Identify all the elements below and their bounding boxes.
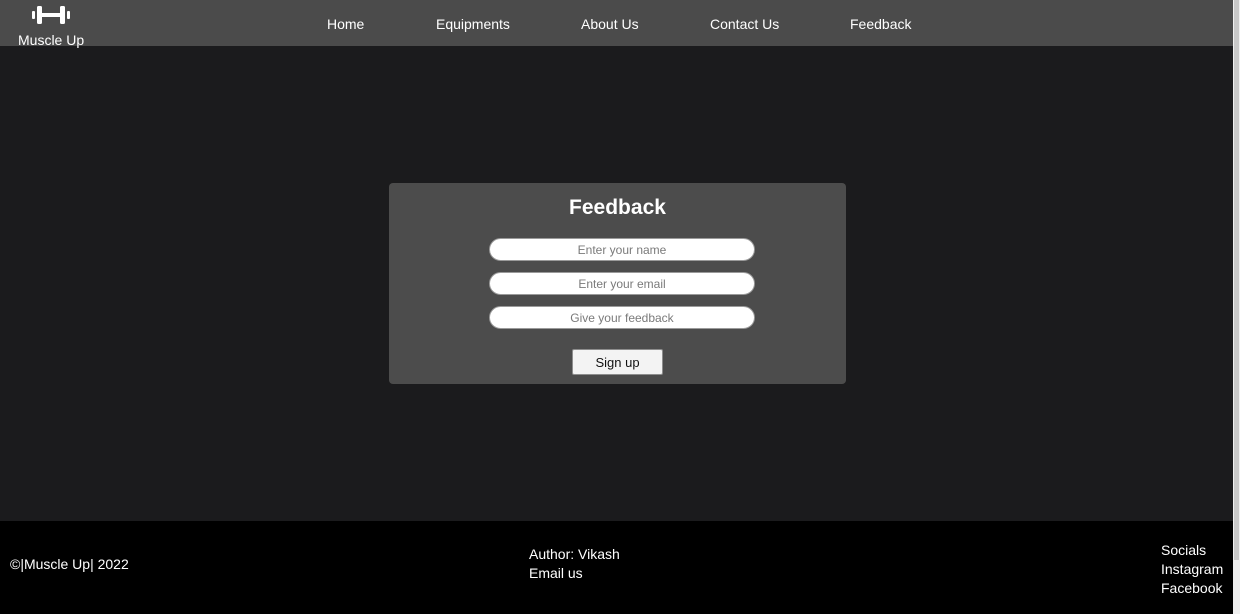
socials-heading: Socials (1161, 542, 1207, 558)
email-us-link[interactable]: Email us (529, 564, 620, 583)
dumbbell-icon (32, 6, 70, 24)
nav-home-link[interactable]: Home (327, 16, 364, 32)
navbar: Muscle Up Home Equipments About Us Conta… (0, 0, 1233, 48)
form-title: Feedback (569, 196, 666, 219)
author-text: Author: Vikash (529, 546, 620, 562)
page-scrollbar[interactable] (1233, 0, 1240, 614)
feedback-input[interactable] (489, 306, 755, 329)
feedback-form: Feedback Sign up (389, 183, 846, 384)
brand[interactable]: Muscle Up (18, 3, 88, 48)
scrollbar-thumb[interactable] (1234, 0, 1239, 560)
footer: ©|Muscle Up| 2022 Author: Vikash Email u… (0, 521, 1233, 614)
name-input[interactable] (489, 238, 755, 261)
nav-about-us-link[interactable]: About Us (581, 16, 639, 32)
email-input[interactable] (489, 272, 755, 295)
footer-socials-block: Socials Instagram Facebook (1161, 541, 1223, 598)
footer-author-block: Author: Vikash Email us (529, 545, 620, 583)
nav-feedback-link[interactable]: Feedback (850, 16, 911, 32)
nav-equipments-link[interactable]: Equipments (436, 16, 510, 32)
facebook-link[interactable]: Facebook (1161, 579, 1223, 598)
sign-up-button[interactable]: Sign up (572, 349, 663, 375)
brand-name: Muscle Up (18, 32, 85, 48)
copyright-text: ©|Muscle Up| 2022 (10, 556, 129, 572)
nav-contact-us-link[interactable]: Contact Us (710, 16, 779, 32)
instagram-link[interactable]: Instagram (1161, 560, 1223, 579)
